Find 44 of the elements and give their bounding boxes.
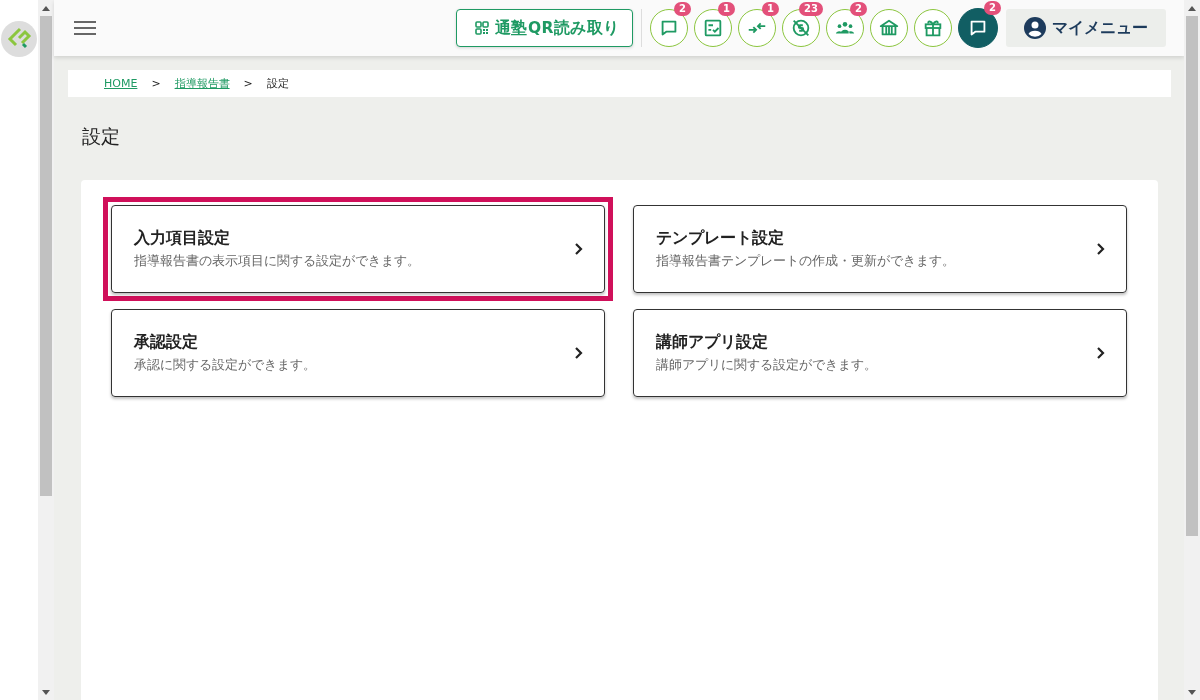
card-title: 講師アプリ設定 — [656, 332, 769, 353]
page-title: 設定 — [82, 124, 121, 149]
scroll-down-arrow-icon[interactable] — [1188, 689, 1196, 695]
scrollbar[interactable] — [38, 0, 54, 700]
settings-card[interactable]: 講師アプリ設定 講師アプリに関する設定ができます。 — [633, 309, 1127, 397]
notification-badge: 23 — [799, 2, 823, 16]
breadcrumb-link[interactable]: 指導報告書 — [174, 76, 230, 91]
qr-scan-button[interactable]: 通塾QR読み取り — [455, 9, 633, 47]
chevron-right-icon — [1096, 346, 1106, 360]
notification-badge: 2 — [850, 2, 867, 16]
icon-button[interactable] — [914, 9, 952, 47]
scroll-down-arrow-icon[interactable] — [42, 689, 50, 695]
card-description: 承認に関する設定ができます。 — [134, 356, 317, 374]
notification-badge: 1 — [718, 2, 735, 16]
qr-code-icon — [474, 21, 489, 35]
notification-badge: 2 — [984, 1, 1001, 15]
breadcrumb-separator: > — [243, 77, 253, 90]
settings-card[interactable]: 承認設定 承認に関する設定ができます。 — [111, 309, 605, 397]
settings-card[interactable]: 入力項目設定 指導報告書の表示項目に関する設定ができます。 — [111, 205, 605, 293]
scroll-up-arrow-icon[interactable] — [1188, 5, 1196, 11]
card-title: テンプレート設定 — [656, 228, 785, 249]
notification-badge: 2 — [674, 2, 691, 16]
checklist-icon — [702, 17, 724, 39]
icon-button[interactable] — [870, 9, 908, 47]
notification-badge: 1 — [762, 2, 779, 16]
card-title: 承認設定 — [134, 332, 199, 353]
scroll-up-arrow-icon[interactable] — [42, 5, 50, 11]
card-description: 講師アプリに関する設定ができます。 — [656, 356, 878, 374]
breadcrumb-separator: > — [151, 77, 161, 90]
scrollbar[interactable] — [1184, 0, 1200, 700]
user-avatar-icon — [1024, 17, 1046, 39]
my-menu-button[interactable]: マイメニュー — [1006, 9, 1166, 47]
card-title: 入力項目設定 — [134, 228, 231, 249]
app-logo[interactable] — [1, 21, 37, 57]
chevron-right-icon — [574, 346, 584, 360]
card-description: 指導報告書テンプレートの作成・更新ができます。 — [656, 252, 956, 270]
breadcrumb-current: 設定 — [266, 76, 289, 91]
card-description: 指導報告書の表示項目に関する設定ができます。 — [134, 252, 421, 270]
settings-card[interactable]: テンプレート設定 指導報告書テンプレートの作成・更新ができます。 — [633, 205, 1127, 293]
crossed-coin-icon — [790, 17, 812, 39]
breadcrumb-link[interactable]: HOME — [104, 77, 138, 90]
menu-icon[interactable] — [74, 20, 96, 36]
chevron-right-icon — [1096, 242, 1106, 256]
chevron-right-icon — [574, 242, 584, 256]
